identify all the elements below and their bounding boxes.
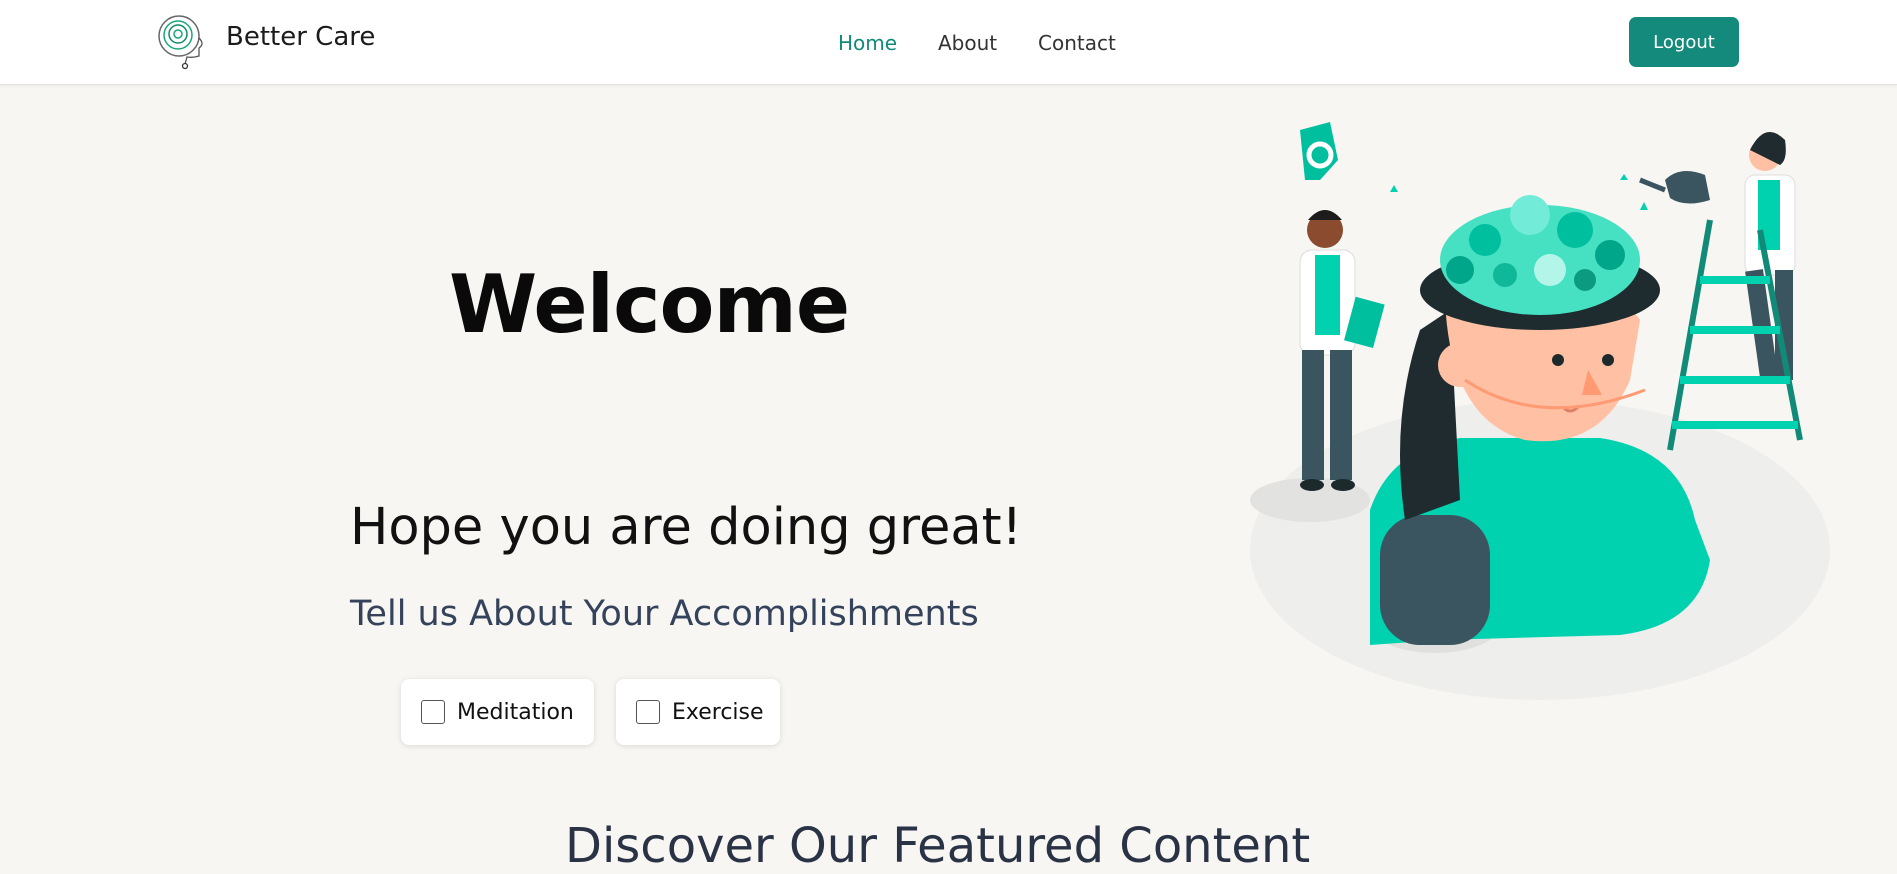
featured-heading: Discover Our Featured Content [565,818,1311,874]
mind-garden-illustration [1250,122,1830,700]
nav-about[interactable]: About [938,31,997,55]
meditation-checkbox[interactable] [421,700,445,724]
exercise-label: Exercise [672,699,764,725]
logout-button[interactable]: Logout [1629,17,1739,67]
greeting-text: Hope you are doing great! [350,498,1023,557]
exercise-checkbox-card[interactable]: Exercise [616,679,780,745]
meditation-checkbox-card[interactable]: Meditation [401,679,594,745]
nav-home[interactable]: Home [838,31,897,55]
brand-name[interactable]: Better Care [226,22,375,52]
nav-contact[interactable]: Contact [1038,31,1116,55]
exercise-checkbox[interactable] [636,700,660,724]
top-navbar: Better Care Home About Contact Logout [0,0,1897,85]
meditation-label: Meditation [457,699,574,725]
welcome-title: Welcome [449,258,850,351]
brain-logo-icon[interactable] [155,12,207,72]
accomplishments-prompt: Tell us About Your Accomplishments [350,594,979,634]
